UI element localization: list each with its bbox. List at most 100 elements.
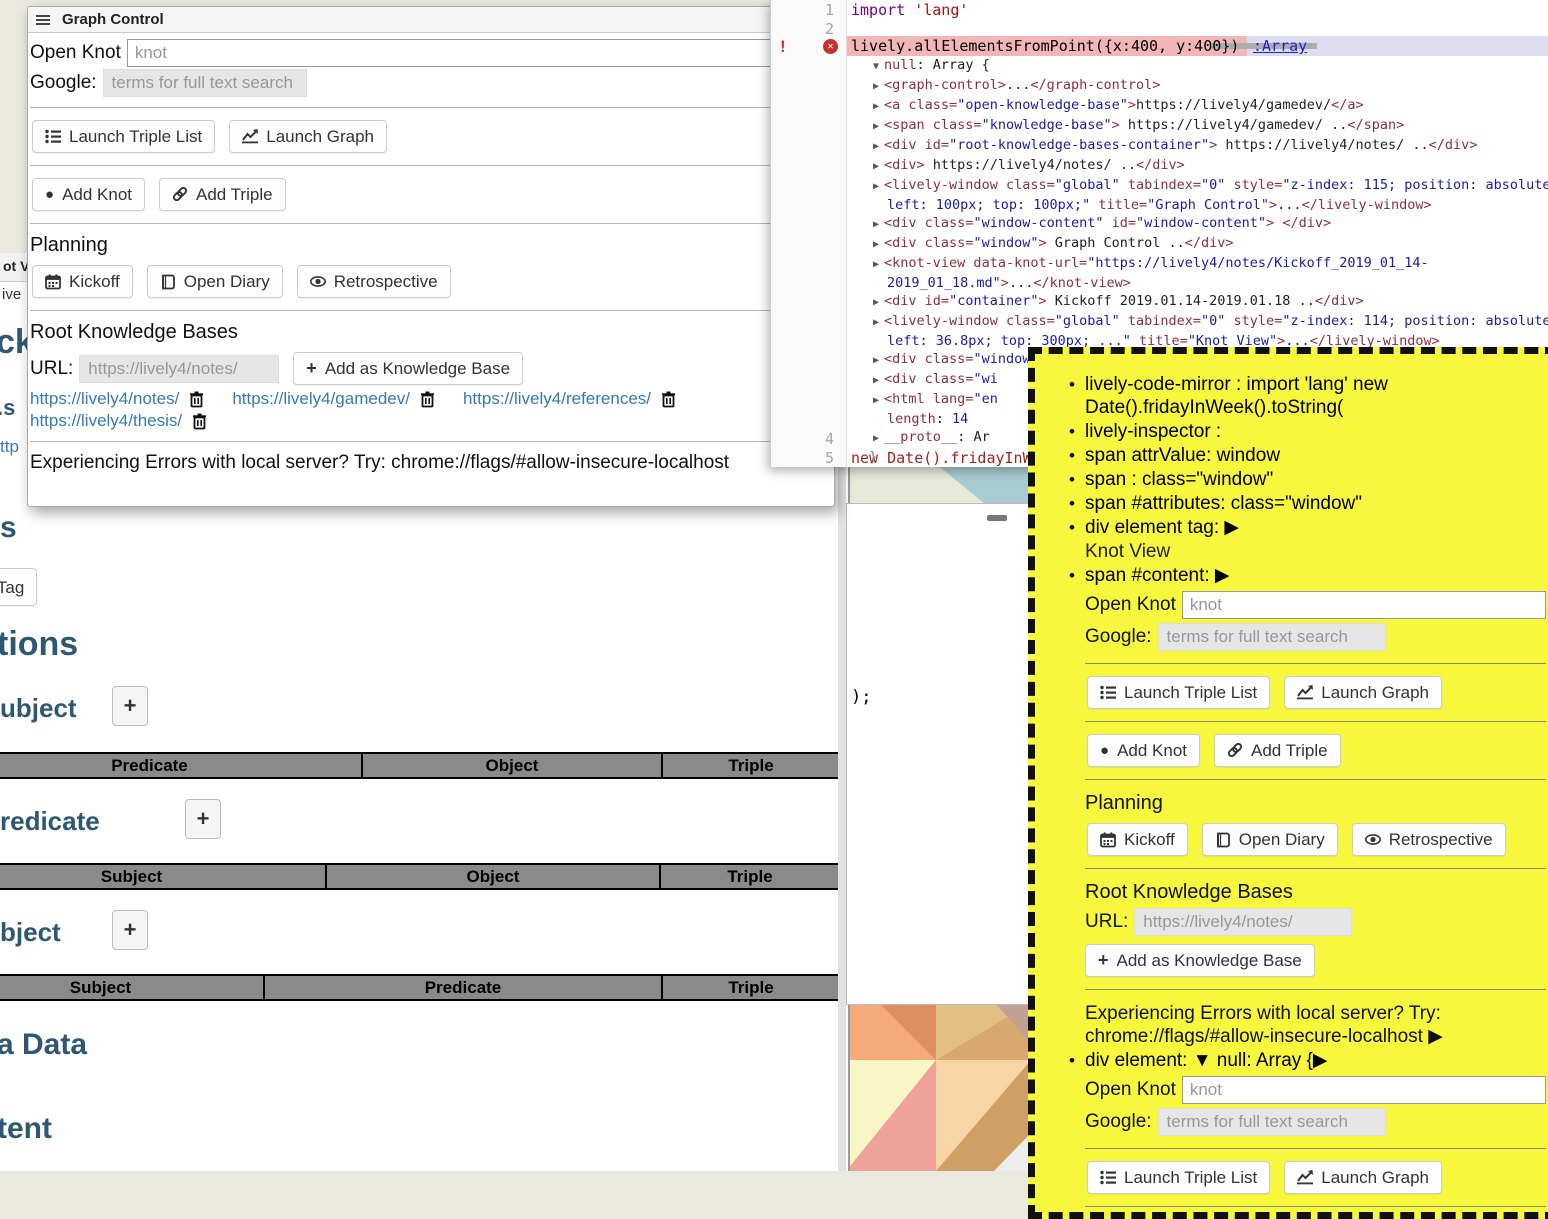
code-line-1: import 'lang' [851,1,968,19]
open-knot-label: Open Knot [30,42,121,64]
url-input[interactable] [1134,908,1352,936]
expand-arrow-icon[interactable]: ▶ [873,121,879,132]
add-object-button[interactable]: + [112,910,148,950]
window-title: Graph Control [62,11,164,28]
circle-icon: ● [1100,740,1109,761]
expand-arrow-icon[interactable]: ▶ [873,161,879,172]
expand-arrow-icon[interactable]: ▶ [873,317,879,328]
minimize-icon[interactable] [987,515,1007,521]
list-icon [1100,685,1116,700]
knowledge-base-link[interactable]: https://lively4/thesis/ [30,411,182,431]
google-search-input[interactable] [1158,623,1386,651]
open-knot-label: Open Knot [1085,594,1176,616]
kickoff-button[interactable]: Kickoff [32,265,133,298]
expand-arrow-icon[interactable]: ▶ [873,395,879,406]
inspector-dom-node[interactable]: ▶<div id="container"> Kickoff 2019.01.14… [859,292,1548,312]
knot-view-link-fragment[interactable]: ttp [0,437,19,457]
column-header: Triple [663,754,839,777]
expand-arrow-icon[interactable]: ▶ [873,355,879,366]
inspector-dom-node[interactable]: ▶<a class="open-knowledge-base">https://… [859,96,1548,116]
open-diary-button[interactable]: Open Diary [147,265,283,298]
expand-arrow-icon[interactable]: ▶ [873,297,879,308]
trash-icon[interactable] [189,391,204,408]
knot-view-heading-fragment-s: s [0,511,17,545]
expand-arrow-icon[interactable]: ▶ [873,81,879,92]
google-search-input[interactable] [103,69,307,97]
add-subject-button[interactable]: + [112,686,148,726]
eye-icon [310,274,326,289]
expand-arrow-icon[interactable]: ▶ [873,239,879,250]
add-tag-button[interactable]: d Tag [0,568,37,606]
list-icon [45,129,61,144]
inspector-dom-node[interactable]: ▶<span class="knowledge-base"> https://l… [859,116,1548,136]
launch-triple-list-button[interactable]: Launch Triple List [1087,676,1270,709]
inspector-dom-node[interactable]: ▶<lively-window class="global" tabindex=… [859,312,1548,350]
add-predicate-button[interactable]: + [185,799,221,839]
chart-icon [1297,1170,1313,1185]
add-knot-label: Add Knot [1117,740,1187,761]
trash-icon[interactable] [192,413,207,430]
open-knot-input[interactable] [1182,1076,1546,1104]
content-heading-fragment: tent [0,1112,52,1146]
google-search-input[interactable] [1158,1108,1386,1136]
knowledge-base-link[interactable]: https://lively4/references/ [463,389,651,409]
inspector-dom-node[interactable]: ▶<lively-window class="global" tabindex=… [859,176,1548,214]
open-diary-button[interactable]: Open Diary [1202,823,1338,856]
launch-triple-list-label: Launch Triple List [1124,682,1257,703]
inspector-dom-node[interactable]: ▶<graph-control>...</graph-control> [859,76,1548,96]
expand-arrow-icon[interactable]: ▶ [873,181,879,192]
launch-triple-list-button[interactable]: Launch Triple List [1087,1161,1270,1194]
trash-icon[interactable] [661,391,676,408]
add-knot-label: Add Knot [62,184,132,205]
inspector-dom-node[interactable]: ▶<div class="window"> Graph Control ..</… [859,234,1548,254]
annotation-item: •lively-inspector : [1059,420,1548,443]
launch-graph-button[interactable]: Launch Graph [1284,1161,1442,1194]
annotation-item-continuation: Knot View [1085,540,1548,563]
open-diary-label: Open Diary [184,271,270,292]
array-annotation-link[interactable]: :Array [1253,37,1307,55]
launch-graph-button[interactable]: Launch Graph [1284,676,1442,709]
add-knot-button[interactable]: ● Add Knot [1087,734,1200,767]
expand-arrow-icon[interactable]: ▶ [873,101,879,112]
knowledge-base-link[interactable]: https://lively4/gamedev/ [232,389,410,409]
retrospective-button[interactable]: Retrospective [1352,823,1506,856]
inspector-dom-node[interactable]: ▶<div class="window-content" id="window-… [859,214,1548,234]
inspector-root-line[interactable]: ▼null: Array { [859,56,1548,76]
launch-triple-list-button[interactable]: Launch Triple List [32,120,215,153]
inspector-dom-node[interactable]: ▶<div> https://lively4/notes/ ..</div> [859,156,1548,176]
kickoff-button[interactable]: Kickoff [1087,823,1188,856]
add-knot-button[interactable]: ● Add Knot [32,178,145,211]
add-knowledge-base-button[interactable]: + Add as Knowledge Base [293,352,523,385]
kickoff-label: Kickoff [1124,829,1175,850]
annotation-item: •span : class="window" [1059,468,1548,491]
expand-arrow-icon[interactable]: ▶ [873,141,879,152]
trash-icon[interactable] [420,391,435,408]
add-triple-button[interactable]: Add Triple [159,178,286,211]
add-triple-button[interactable]: Add Triple [1214,734,1341,767]
graph-control-window: Graph Control Open Knot Google: Launch T… [27,6,835,507]
expand-arrow-icon[interactable]: ▶ [873,259,879,270]
retrospective-button[interactable]: Retrospective [297,265,451,298]
google-label: Google: [30,72,97,94]
error-icon[interactable]: ✕ [823,39,838,54]
predicate-heading-fragment: redicate [0,806,100,837]
open-knot-input[interactable] [1182,591,1546,619]
triples-table-header-3: Subject Predicate Triple [0,974,839,1001]
graph-control-titlebar[interactable]: Graph Control [28,7,834,33]
knowledge-base-link[interactable]: https://lively4/notes/ [30,389,179,409]
open-knot-input[interactable] [127,39,832,67]
column-header: Triple [663,976,839,999]
launch-graph-label: Launch Graph [266,126,374,147]
add-triple-label: Add Triple [196,184,273,205]
annotation-overlay: •lively-code-mirror : import 'lang' new … [1028,347,1548,1219]
line-number: 1 [794,1,834,19]
inspector-dom-node[interactable]: ▶<div id="root-knowledge-bases-container… [859,136,1548,156]
url-input[interactable] [79,355,279,383]
expand-arrow-icon[interactable]: ▶ [873,219,879,230]
add-tag-label: d Tag [0,577,24,598]
expand-arrow-icon[interactable]: ▶ [873,375,879,386]
add-knowledge-base-button[interactable]: + Add as Knowledge Base [1085,944,1315,977]
menu-icon[interactable] [36,13,50,27]
inspector-dom-node[interactable]: ▶<knot-view data-knot-url="https://livel… [859,254,1548,292]
launch-graph-button[interactable]: Launch Graph [229,120,387,153]
